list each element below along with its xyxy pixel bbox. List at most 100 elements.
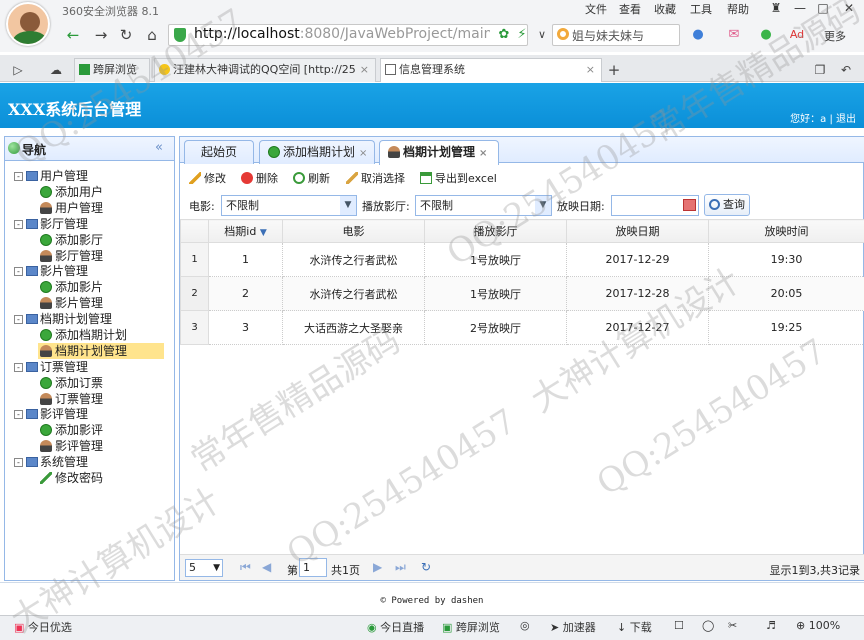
sidebar-toggle-icon[interactable]: ▷ [8, 59, 28, 81]
table-row[interactable]: 3 3 大话西游之大圣娶亲 2号放映厅 2017-12-27 19:25 [180, 310, 864, 345]
sidebar-item-add-movie[interactable]: 添加影片 [40, 279, 103, 295]
new-tab-icon[interactable]: + [604, 59, 624, 81]
status-icon-p[interactable]: ☐ [674, 619, 684, 632]
tab-add-schedule[interactable]: 添加档期计划 × [259, 140, 375, 164]
movie-filter-select[interactable]: 不限制 ▼ [221, 195, 357, 216]
tab-close-icon[interactable]: × [359, 148, 367, 159]
tree-toggle-icon[interactable]: - [14, 220, 23, 229]
lightning-icon[interactable]: ⚡ [512, 24, 532, 46]
volume-icon[interactable]: ♬ [766, 619, 776, 632]
column-header-id[interactable]: 档期id ▼ [208, 219, 283, 243]
sidebar-item-user-manage[interactable]: 用户管理 [40, 200, 103, 216]
tab-close-icon[interactable]: × [360, 59, 369, 81]
query-button[interactable]: 查询 [704, 194, 750, 216]
search-input[interactable]: 姐与妹夫妹与 [572, 27, 678, 44]
column-header-movie[interactable]: 电影 [282, 219, 425, 243]
tree-group-user[interactable]: - 用户管理 [14, 168, 88, 184]
tree-group-review[interactable]: - 影评管理 [14, 406, 88, 422]
browser-tab-active[interactable]: 信息管理系统 × [380, 58, 602, 82]
column-header-date[interactable]: 放映日期 [566, 219, 709, 243]
sidebar-item-add-review[interactable]: 添加影评 [40, 422, 103, 438]
browser-tab-qq[interactable]: 汪建林大神调试的QQ空间 [http://25 × [154, 58, 376, 82]
mail-icon[interactable]: ✉ [724, 24, 744, 46]
column-header-time[interactable]: 放映时间 [708, 219, 864, 243]
sidebar-item-schedule-manage[interactable]: 档期计划管理 [38, 343, 164, 359]
page-size-select[interactable]: 5 ▼ [185, 559, 223, 577]
tree-toggle-icon[interactable]: - [14, 363, 23, 372]
tree-group-system[interactable]: - 系统管理 [14, 454, 88, 470]
delete-button[interactable]: 删除 [241, 170, 278, 186]
maximize-icon[interactable]: □ [812, 0, 834, 16]
address-text[interactable]: http://localhost:8080/JavaWebProject/mai… [194, 26, 490, 42]
tree-group-hall[interactable]: - 影厅管理 [14, 216, 88, 232]
tree-group-schedule[interactable]: - 档期计划管理 [14, 311, 112, 327]
cloud-icon[interactable]: ☁ [46, 59, 66, 81]
security-icon[interactable]: ✿ [494, 24, 514, 46]
calendar-icon[interactable] [683, 199, 696, 211]
tab-schedule-manage[interactable]: 档期计划管理 × [379, 140, 499, 165]
table-row[interactable]: 1 1 水浒传之行者武松 1号放映厅 2017-12-29 19:30 [180, 242, 864, 277]
minimize-icon[interactable]: — [789, 0, 811, 16]
plugin-icon[interactable]: ● [756, 24, 776, 46]
cancel-select-button[interactable]: 取消选择 [346, 170, 405, 186]
extension-icon[interactable]: ● [688, 24, 708, 46]
sidebar-item-change-password[interactable]: 修改密码 [40, 470, 103, 486]
sidebar-item-review-manage[interactable]: 影评管理 [40, 438, 103, 454]
menu-help[interactable]: 帮助 [727, 1, 749, 17]
restore-tab-icon[interactable]: ↶ [836, 59, 856, 81]
compass-icon[interactable]: ◎ [520, 619, 530, 632]
menu-tools[interactable]: 工具 [690, 1, 712, 17]
skin-icon[interactable]: ♜ [765, 0, 787, 16]
sidebar-item-hall-manage[interactable]: 影厅管理 [40, 248, 103, 264]
close-window-icon[interactable]: ✕ [838, 0, 860, 16]
tab-close-icon[interactable]: × [479, 148, 487, 159]
status-today-pick[interactable]: ▣ 今日优选 [14, 619, 72, 635]
tab-list-icon[interactable]: ❐ [810, 59, 830, 81]
tree-group-movie[interactable]: - 影片管理 [14, 263, 88, 279]
export-excel-button[interactable]: 导出到excel [420, 170, 497, 186]
next-page-icon[interactable]: ▶ [373, 560, 382, 574]
home-icon[interactable]: ⌂ [142, 24, 162, 46]
prev-page-icon[interactable]: ◀ [262, 560, 271, 574]
hall-filter-select[interactable]: 不限制 ▼ [415, 195, 552, 216]
refresh-page-icon[interactable]: ↻ [421, 560, 431, 574]
first-page-icon[interactable]: ⏮ [240, 560, 251, 575]
forward-icon[interactable]: → [91, 24, 111, 46]
ad-block-icon[interactable]: Ad [787, 24, 807, 46]
tree-toggle-icon[interactable]: - [14, 172, 23, 181]
menu-view[interactable]: 查看 [619, 1, 641, 17]
reload-icon[interactable]: ↻ [116, 24, 136, 46]
sidebar-item-add-ticket[interactable]: 添加订票 [40, 375, 103, 391]
more-menu[interactable]: 更多 [824, 28, 846, 44]
logout-link[interactable]: 退出 [836, 114, 856, 125]
status-icon-e[interactable]: ◯ [702, 619, 714, 632]
refresh-button[interactable]: 刷新 [293, 170, 330, 186]
last-page-icon[interactable]: ⏭ [395, 560, 406, 575]
sidebar-item-add-hall[interactable]: 添加影厅 [40, 232, 103, 248]
collapse-icon[interactable]: « [155, 140, 163, 155]
address-dropdown-icon[interactable]: ∨ [532, 24, 552, 46]
status-crossscreen[interactable]: ▣ 跨屏浏览 [442, 619, 500, 635]
page-number-input[interactable]: 1 [299, 558, 327, 577]
tab-close-icon[interactable]: × [586, 59, 595, 81]
table-row[interactable]: 2 2 水浒传之行者武松 1号放映厅 2017-12-28 20:05 [180, 276, 864, 311]
sidebar-item-add-schedule[interactable]: 添加档期计划 [40, 327, 127, 343]
user-avatar[interactable] [6, 2, 50, 46]
status-accelerator[interactable]: ➤ 加速器 [550, 619, 596, 635]
tree-toggle-icon[interactable]: - [14, 410, 23, 419]
menu-file[interactable]: 文件 [585, 1, 607, 17]
zoom-control[interactable]: ⊕ 100% [796, 619, 840, 632]
sidebar-item-add-user[interactable]: 添加用户 [40, 184, 103, 200]
menu-favorites[interactable]: 收藏 [654, 1, 676, 17]
column-header-hall[interactable]: 播放影厅 [424, 219, 567, 243]
status-live[interactable]: ◉ 今日直播 [367, 619, 424, 635]
tree-group-ticket[interactable]: - 订票管理 [14, 359, 88, 375]
back-icon[interactable]: ← [63, 24, 83, 46]
edit-button[interactable]: 修改 [189, 170, 226, 186]
sidebar-item-movie-manage[interactable]: 影片管理 [40, 295, 103, 311]
tree-toggle-icon[interactable]: - [14, 267, 23, 276]
browser-tab-crossscreen[interactable]: 跨屏浏览 [74, 58, 150, 82]
status-icon-cut[interactable]: ✂ [728, 619, 737, 632]
status-download[interactable]: ↓ 下载 [617, 619, 652, 635]
tree-toggle-icon[interactable]: - [14, 458, 23, 467]
